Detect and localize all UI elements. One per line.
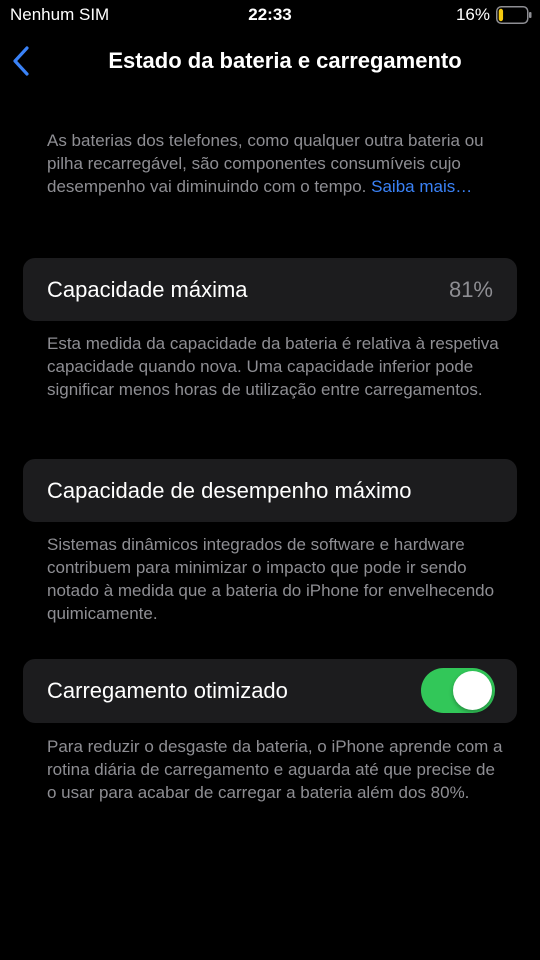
chevron-left-icon[interactable]	[10, 44, 34, 78]
optimized-charging-description: Para reduzir o desgaste da bateria, o iP…	[47, 737, 503, 802]
battery-icon	[496, 6, 532, 24]
peak-performance-label: Capacidade de desempenho máximo	[47, 477, 412, 503]
max-capacity-row: Capacidade máxima 81%	[23, 258, 517, 321]
optimized-charging-toggle[interactable]	[421, 668, 495, 713]
navigation-bar: Estado da bateria e carregamento	[0, 36, 540, 86]
max-capacity-label: Capacidade máxima	[47, 276, 248, 302]
battery-percent: 16%	[455, 5, 490, 24]
page-title: Estado da bateria e carregamento	[108, 48, 462, 73]
optimized-charging-label: Carregamento otimizado	[47, 678, 288, 703]
intro-description: As baterias dos telefones, como qualquer…	[47, 129, 507, 198]
peak-performance-description: Sistemas dinâmicos integrados de softwar…	[47, 535, 495, 623]
status-bar: Nenhum SIM 22:33 16%	[0, 0, 540, 30]
toggle-knob	[453, 671, 492, 710]
peak-performance-row[interactable]: Capacidade de desempenho máximo	[23, 459, 517, 522]
max-capacity-description: Esta medida da capacidade da bateria é r…	[47, 334, 499, 399]
battery-level-fill	[498, 8, 504, 22]
max-capacity-value: 81%	[448, 276, 493, 302]
optimized-charging-row: Carregamento otimizado	[23, 659, 517, 723]
learn-more-link[interactable]: Saiba mais…	[371, 177, 472, 196]
